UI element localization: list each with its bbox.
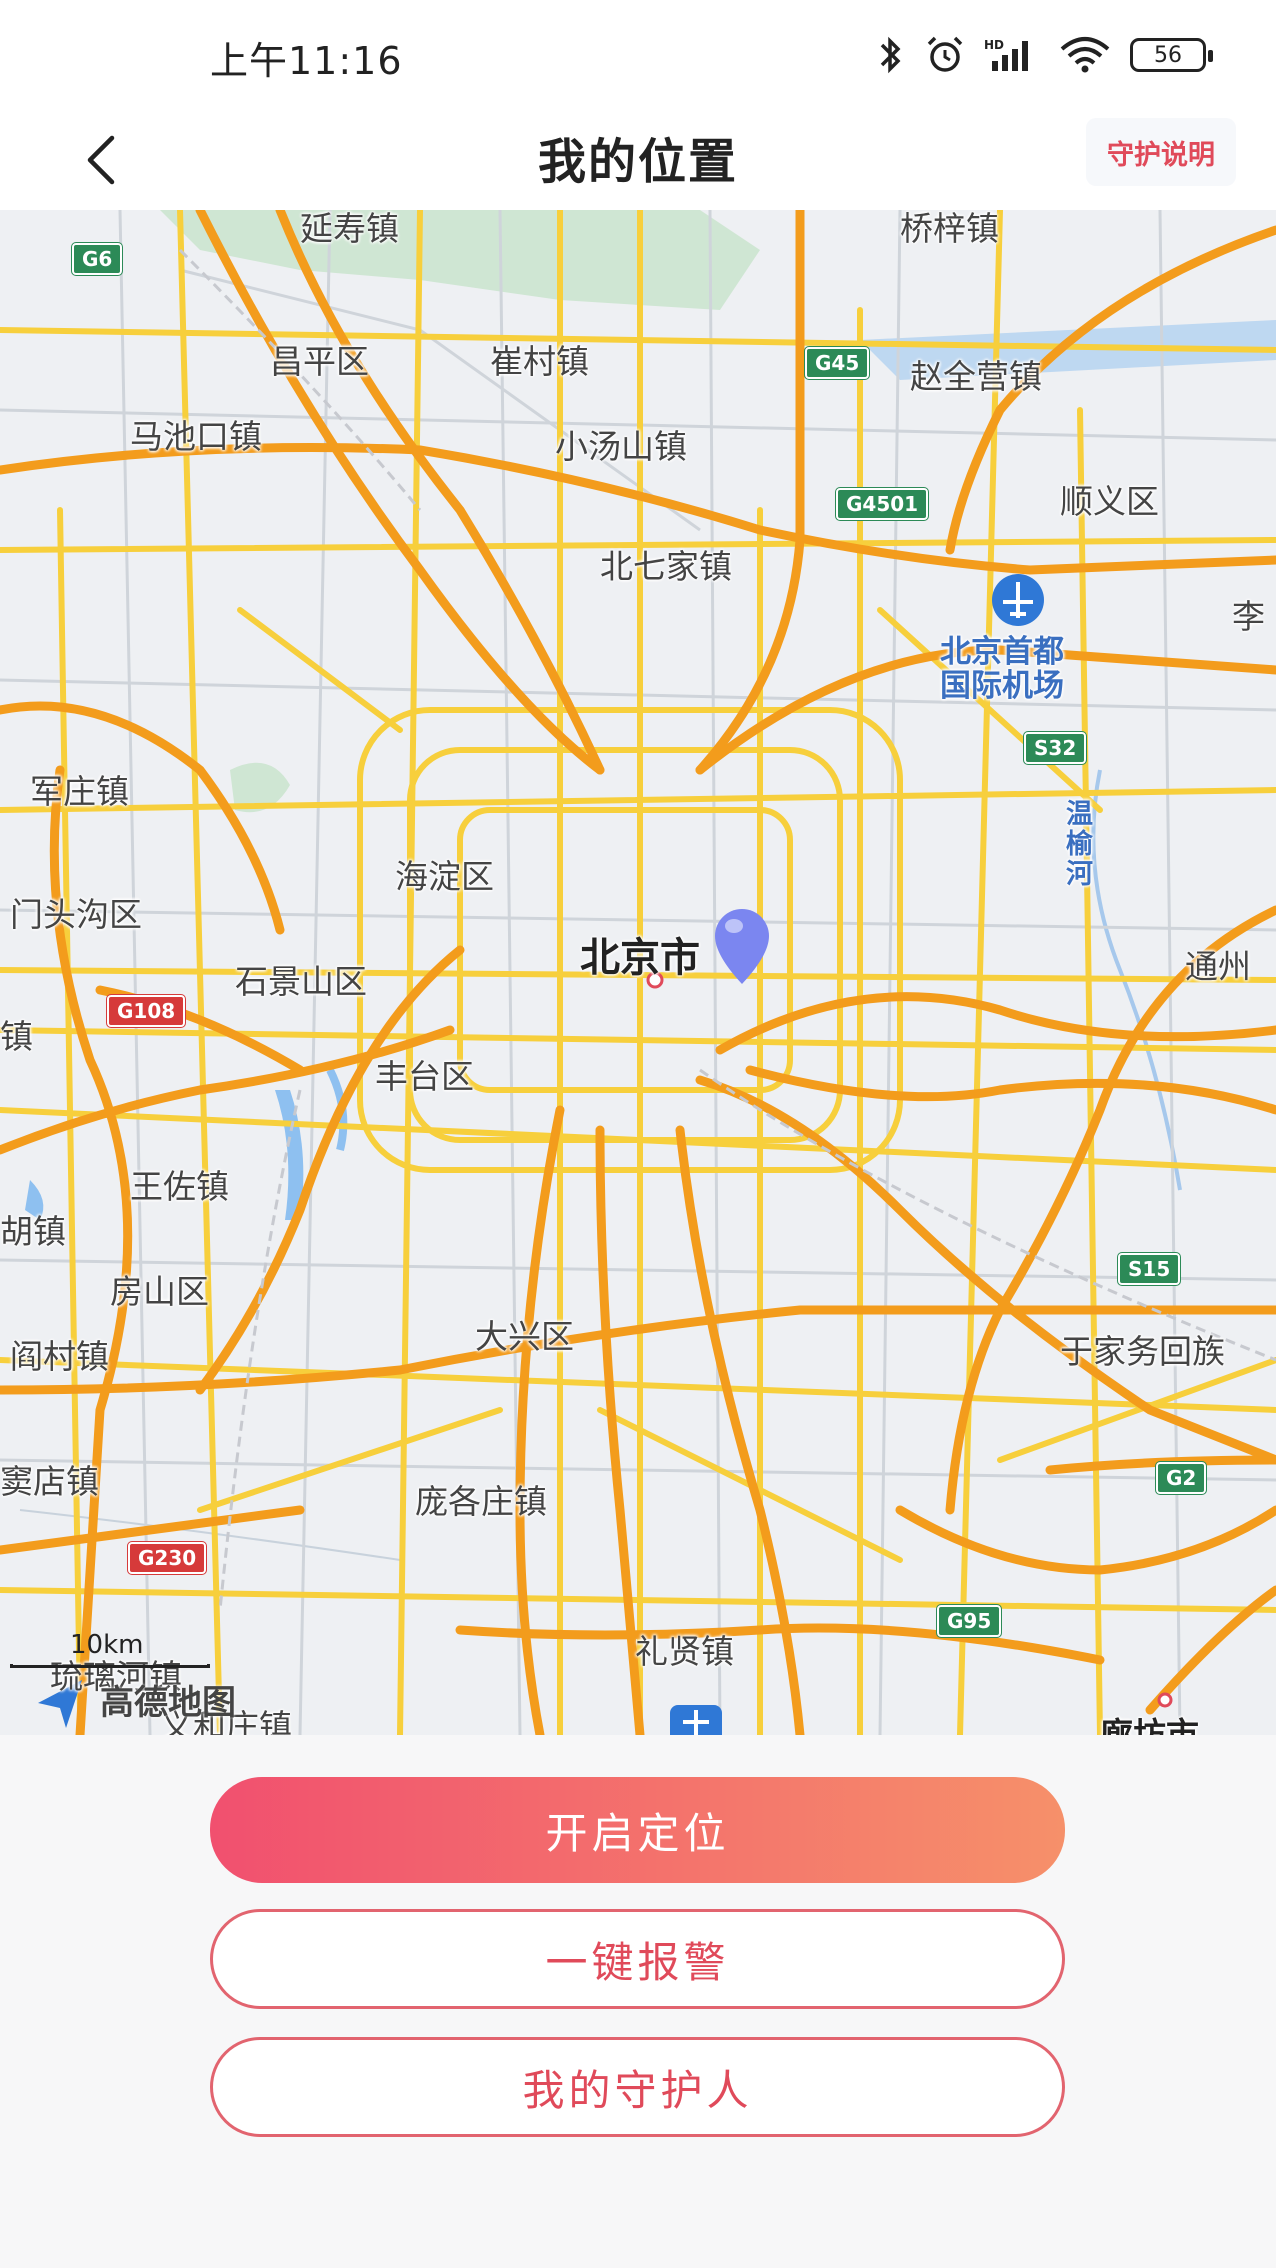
map-label: 通州 <box>1185 947 1251 986</box>
map-label-airport: 北京首都 国际机场 <box>940 634 1064 704</box>
scale-label: 10km <box>70 1630 144 1660</box>
bluetooth-icon <box>880 36 901 74</box>
status-bar: 上午11:16 HD 56 <box>0 0 1276 110</box>
map-label: 大兴区 <box>475 1317 574 1356</box>
map-view[interactable]: 延寿镇 桥梓镇 昌平区 崔村镇 赵全营镇 马池口镇 小汤山镇 顺义区 北七家镇 … <box>0 210 1276 1735</box>
road-shield: G95 <box>935 1604 1003 1638</box>
map-label: 阎村镇 <box>10 1337 109 1376</box>
battery-level: 56 <box>1154 42 1182 68</box>
map-label: 李 <box>1232 597 1265 636</box>
enable-location-button[interactable]: 开启定位 <box>210 1777 1065 1883</box>
road-shield: S32 <box>1022 731 1088 765</box>
airport-icon <box>992 574 1044 626</box>
map-label: 海淀区 <box>395 857 494 896</box>
map-label-river: 温 榆 河 <box>1066 799 1093 890</box>
map-label: 窦店镇 <box>0 1462 99 1501</box>
wifi-icon <box>1060 37 1110 73</box>
map-label: 崔村镇 <box>490 342 589 381</box>
alarm-clock-icon <box>927 36 963 72</box>
map-label: 丰台区 <box>375 1057 474 1096</box>
map-label: 石景山区 <box>235 962 367 1001</box>
map-label: 镇 <box>0 1017 33 1056</box>
signal-icon: HD <box>984 38 1028 71</box>
map-label: 昌平区 <box>270 342 369 381</box>
map-label: 庞各庄镇 <box>415 1482 547 1521</box>
map-label: 房山区 <box>110 1272 209 1311</box>
action-panel: 开启定位 一键报警 我的守护人 <box>0 1735 1276 2268</box>
status-time: 上午11:16 <box>210 39 403 83</box>
map-label: 北七家镇 <box>600 547 732 586</box>
map-logo: 高德地图 <box>100 1675 236 1724</box>
map-label: 桥梓镇 <box>900 210 999 248</box>
page-title: 我的位置 <box>537 134 738 190</box>
back-arrow-icon <box>87 135 115 185</box>
map-label: 王佐镇 <box>130 1167 229 1206</box>
back-button[interactable] <box>62 120 142 200</box>
map-scale: 10km <box>10 1630 210 1670</box>
map-label: 赵全营镇 <box>910 357 1042 396</box>
map-label: 廊坊市 <box>1100 1715 1199 1735</box>
map-label: 礼贤镇 <box>635 1632 734 1671</box>
my-guardians-button[interactable]: 我的守护人 <box>210 2037 1065 2137</box>
road-shield: S15 <box>1116 1252 1182 1286</box>
map-logo-text: 高德地图 <box>100 1683 236 1723</box>
svg-text:HD: HD <box>984 38 1004 52</box>
scale-bar <box>10 1664 210 1668</box>
map-label: 门头沟区 <box>10 895 142 934</box>
header-bar: 我的位置 守护说明 <box>0 110 1276 210</box>
status-icons: HD 56 <box>876 30 1213 80</box>
map-label: 于家务回族 <box>1060 1332 1225 1371</box>
map-label: 军庄镇 <box>30 772 129 811</box>
road-shield: G6 <box>70 242 124 276</box>
guard-info-button[interactable]: 守护说明 <box>1086 118 1236 186</box>
road-shield: G4501 <box>834 487 930 521</box>
one-key-alarm-button[interactable]: 一键报警 <box>210 1909 1065 2009</box>
map-label: 胡镇 <box>0 1212 66 1251</box>
airport-icon-2 <box>670 1705 722 1735</box>
road-shield: G2 <box>1154 1461 1208 1495</box>
map-label: 顺义区 <box>1060 482 1159 521</box>
road-shield: G45 <box>803 346 871 380</box>
road-shield: G230 <box>126 1541 208 1575</box>
map-label: 马池口镇 <box>130 417 262 456</box>
battery-icon: 56 <box>1130 38 1213 72</box>
road-shield: G108 <box>105 994 187 1028</box>
map-label: 小汤山镇 <box>555 427 687 466</box>
map-label-city: 北京市 <box>580 935 700 981</box>
map-label: 延寿镇 <box>300 210 399 248</box>
